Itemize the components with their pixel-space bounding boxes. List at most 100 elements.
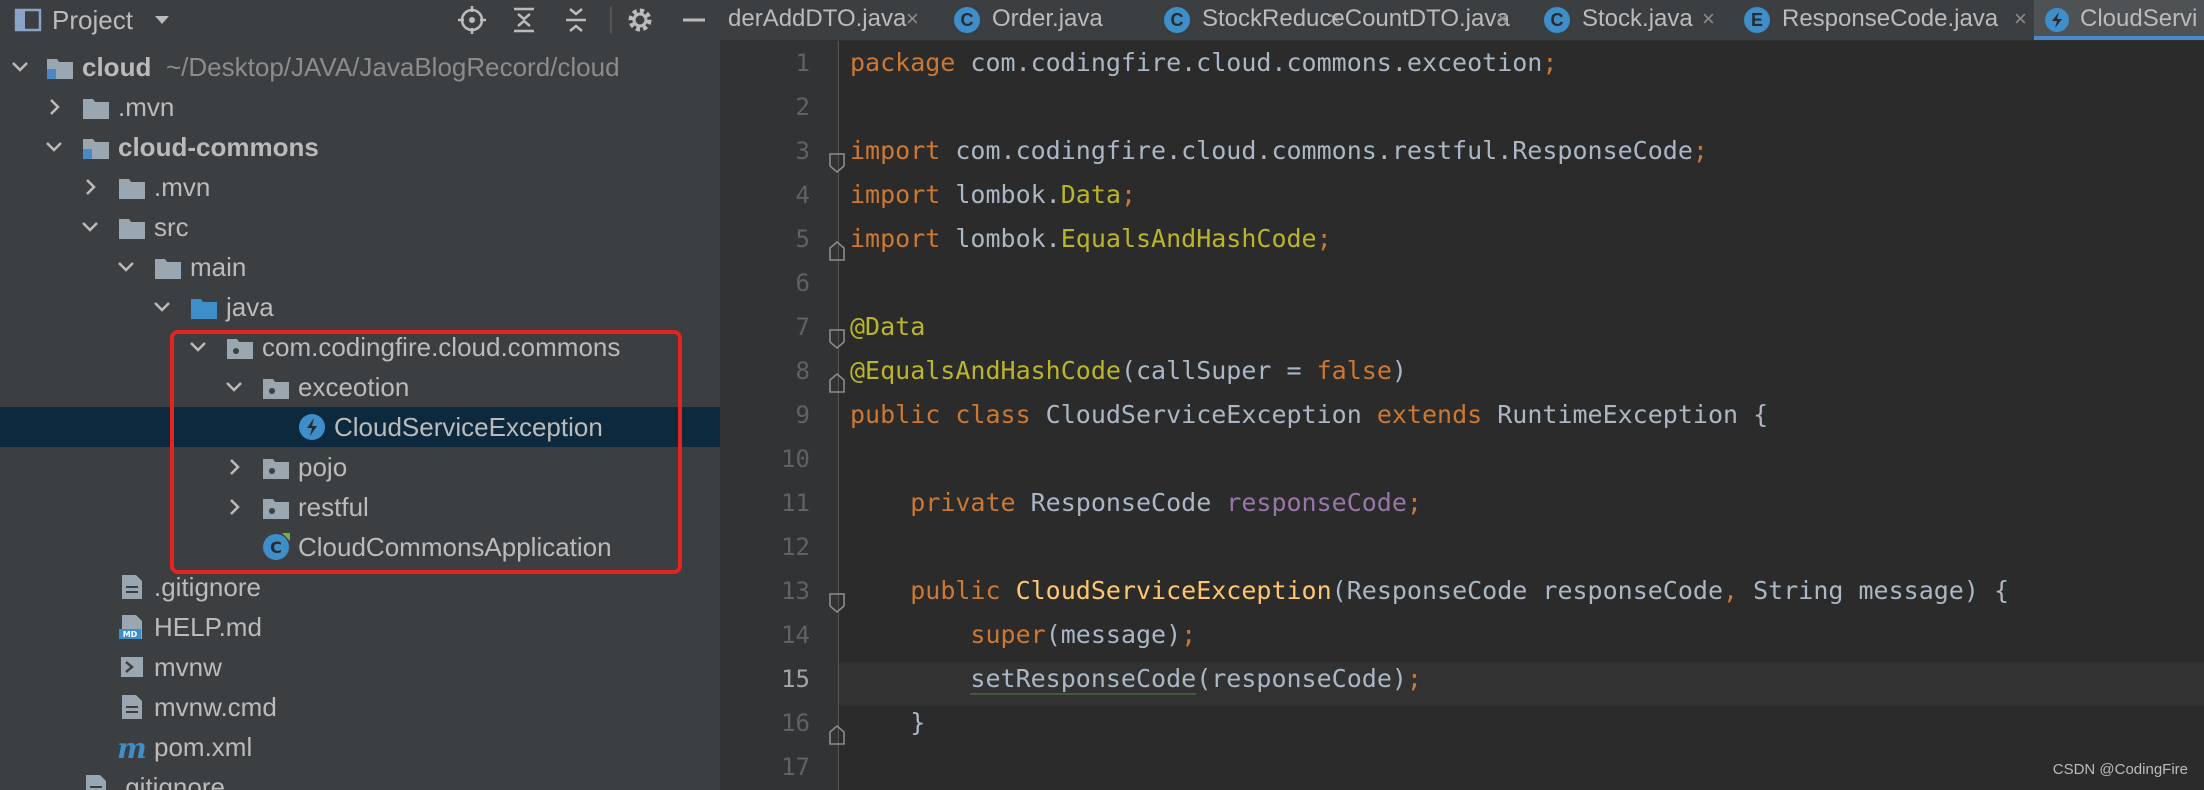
- keyword: class: [940, 400, 1031, 429]
- chevron-right-icon[interactable]: [42, 87, 66, 127]
- tree-row-mvnw[interactable]: mvnw: [0, 647, 720, 687]
- constructor-name: CloudServiceException: [1000, 576, 1332, 605]
- svg-text:MD: MD: [123, 630, 138, 639]
- code-line-9[interactable]: public class CloudServiceException exten…: [850, 393, 1768, 437]
- tree-row-mvn[interactable]: .mvn: [0, 87, 720, 127]
- semicolon: ;: [1120, 180, 1137, 209]
- keyword: public: [910, 576, 1001, 605]
- toolbar-divider: [610, 6, 612, 34]
- annotation-args: (callSuper =: [1120, 356, 1317, 385]
- annotation: @EqualsAndHashCode: [850, 356, 1121, 385]
- code-line-4[interactable]: import lombok.Data;: [850, 173, 1136, 217]
- line-number-gutter: 1 2 3 4 5 6 7 8 9 10 11 12 13 14 15 16 1…: [720, 41, 839, 790]
- chevron-down-icon[interactable]: [146, 4, 178, 36]
- folder-icon: [119, 179, 145, 199]
- project-panel-header: Project: [0, 0, 720, 40]
- close-icon[interactable]: ×: [1702, 0, 1715, 38]
- call-args: (responseCode): [1196, 664, 1407, 693]
- chevron-right-icon[interactable]: [78, 167, 102, 207]
- line-number: 2: [795, 93, 810, 121]
- close-icon[interactable]: ×: [1496, 0, 1509, 38]
- tab-stock-reduce-count-dto[interactable]: C StockReduceCountDTO.java ×: [1156, 0, 1556, 40]
- tree-label: .mvn: [118, 92, 175, 122]
- tree-label: pom.xml: [154, 732, 253, 762]
- tree-row-help-md[interactable]: MD HELP.md: [0, 607, 720, 647]
- line-number: 5: [795, 225, 810, 253]
- editor-tabs: derAddDTO.java × C Order.java × C StockR…: [720, 0, 2204, 41]
- expand-all-icon[interactable]: [508, 4, 540, 36]
- line-number: 1: [795, 49, 810, 77]
- line-number: 16: [781, 709, 810, 737]
- chevron-down-icon[interactable]: [42, 127, 66, 167]
- module-folder-icon: [47, 59, 73, 79]
- project-panel-title[interactable]: Project: [52, 2, 133, 38]
- line-number: 9: [795, 401, 810, 429]
- code-line-8[interactable]: @EqualsAndHashCode(callSuper = false): [850, 349, 1407, 393]
- keyword: import: [850, 224, 941, 253]
- code-line-5[interactable]: import lombok.EqualsAndHashCode;: [850, 217, 1332, 261]
- code-editor[interactable]: package com.codingfire.cloud.commons.exc…: [839, 41, 2204, 790]
- line-number: 14: [781, 621, 810, 649]
- import-path: com.codingfire.cloud.commons.restful.Res…: [940, 136, 1693, 165]
- tree-row-java[interactable]: java: [0, 287, 720, 327]
- tab-stock-java[interactable]: C Stock.java ×: [1534, 0, 1734, 40]
- tree-path: ~/Desktop/JAVA/JavaBlogRecord/cloud: [166, 52, 620, 82]
- tree-row-main[interactable]: main: [0, 247, 720, 287]
- code-line-1[interactable]: package com.codingfire.cloud.commons.exc…: [850, 41, 1557, 85]
- line-number: 7: [795, 313, 810, 341]
- semicolon: ;: [1316, 224, 1332, 253]
- tree-row-gitignore-root[interactable]: .gitignore: [0, 767, 720, 790]
- tree-row-cloud-commons[interactable]: cloud-commons: [0, 127, 720, 167]
- tab-response-code-java[interactable]: E ResponseCode.java ×: [1734, 0, 2034, 40]
- gear-icon[interactable]: [624, 4, 656, 36]
- close-icon[interactable]: ×: [906, 0, 919, 38]
- tree-label: .mvn: [154, 172, 211, 202]
- code-line-15[interactable]: setResponseCode(responseCode);: [850, 657, 1422, 701]
- tab-cloud-service-exception[interactable]: CloudServi: [2034, 0, 2204, 40]
- tab-label: Stock.java: [1582, 5, 1693, 32]
- tree-row-cloud[interactable]: cloud ~/Desktop/JAVA/JavaBlogRecord/clou…: [0, 47, 720, 87]
- code-line-16[interactable]: }: [850, 701, 925, 745]
- field: responseCode: [1226, 488, 1407, 517]
- markdown-file-icon: MD: [119, 615, 142, 639]
- folder-icon: [83, 99, 109, 119]
- close-icon[interactable]: ×: [2014, 0, 2027, 38]
- tree-label: .gitignore: [118, 772, 225, 790]
- code-line-13[interactable]: public CloudServiceException(ResponseCod…: [850, 569, 2009, 613]
- text-file-icon: [122, 695, 142, 719]
- line-number: 6: [795, 269, 810, 297]
- call-args: (message): [1045, 620, 1182, 649]
- code-line-11[interactable]: private ResponseCode responseCode;: [850, 481, 1422, 525]
- chevron-down-icon[interactable]: [150, 287, 174, 327]
- chevron-down-icon[interactable]: [8, 47, 32, 87]
- code-line-7[interactable]: @Data: [850, 305, 925, 349]
- superclass: RuntimeException {: [1482, 400, 1769, 429]
- keyword: public: [850, 400, 941, 429]
- tree-row-src[interactable]: src: [0, 207, 720, 247]
- line-number: 10: [781, 445, 810, 473]
- keyword: package: [850, 48, 956, 77]
- closing-brace: }: [910, 708, 926, 737]
- code-line-3[interactable]: import com.codingfire.cloud.commons.rest…: [850, 129, 1708, 173]
- shell-script-icon: [121, 657, 143, 677]
- tree-row-pom-xml[interactable]: m pom.xml: [0, 727, 720, 767]
- tree-row-mvnw-cmd[interactable]: mvnw.cmd: [0, 687, 720, 727]
- locate-file-icon[interactable]: [456, 4, 488, 36]
- collapse-all-icon[interactable]: [560, 4, 592, 36]
- class-name: CloudServiceException: [1030, 400, 1377, 429]
- tree-row-mvn[interactable]: .mvn: [0, 167, 720, 207]
- maven-icon: m: [117, 732, 147, 765]
- class-icon: C: [954, 7, 980, 33]
- chevron-down-icon[interactable]: [114, 247, 138, 287]
- package-name: com.codingfire.cloud.commons.exceotion: [955, 48, 1543, 77]
- tab-order-java[interactable]: C Order.java ×: [942, 0, 1341, 40]
- tab-order-add-dto[interactable]: derAddDTO.java ×: [720, 0, 930, 40]
- tree-label: mvnw.cmd: [154, 692, 277, 722]
- minimize-icon[interactable]: [678, 4, 710, 36]
- chevron-down-icon[interactable]: [78, 207, 102, 247]
- keyword: extends: [1376, 400, 1483, 429]
- enum-icon: E: [1744, 7, 1770, 33]
- comma: ,: [1723, 576, 1739, 605]
- code-line-14[interactable]: super(message);: [850, 613, 1196, 657]
- paren: ): [1391, 356, 1407, 385]
